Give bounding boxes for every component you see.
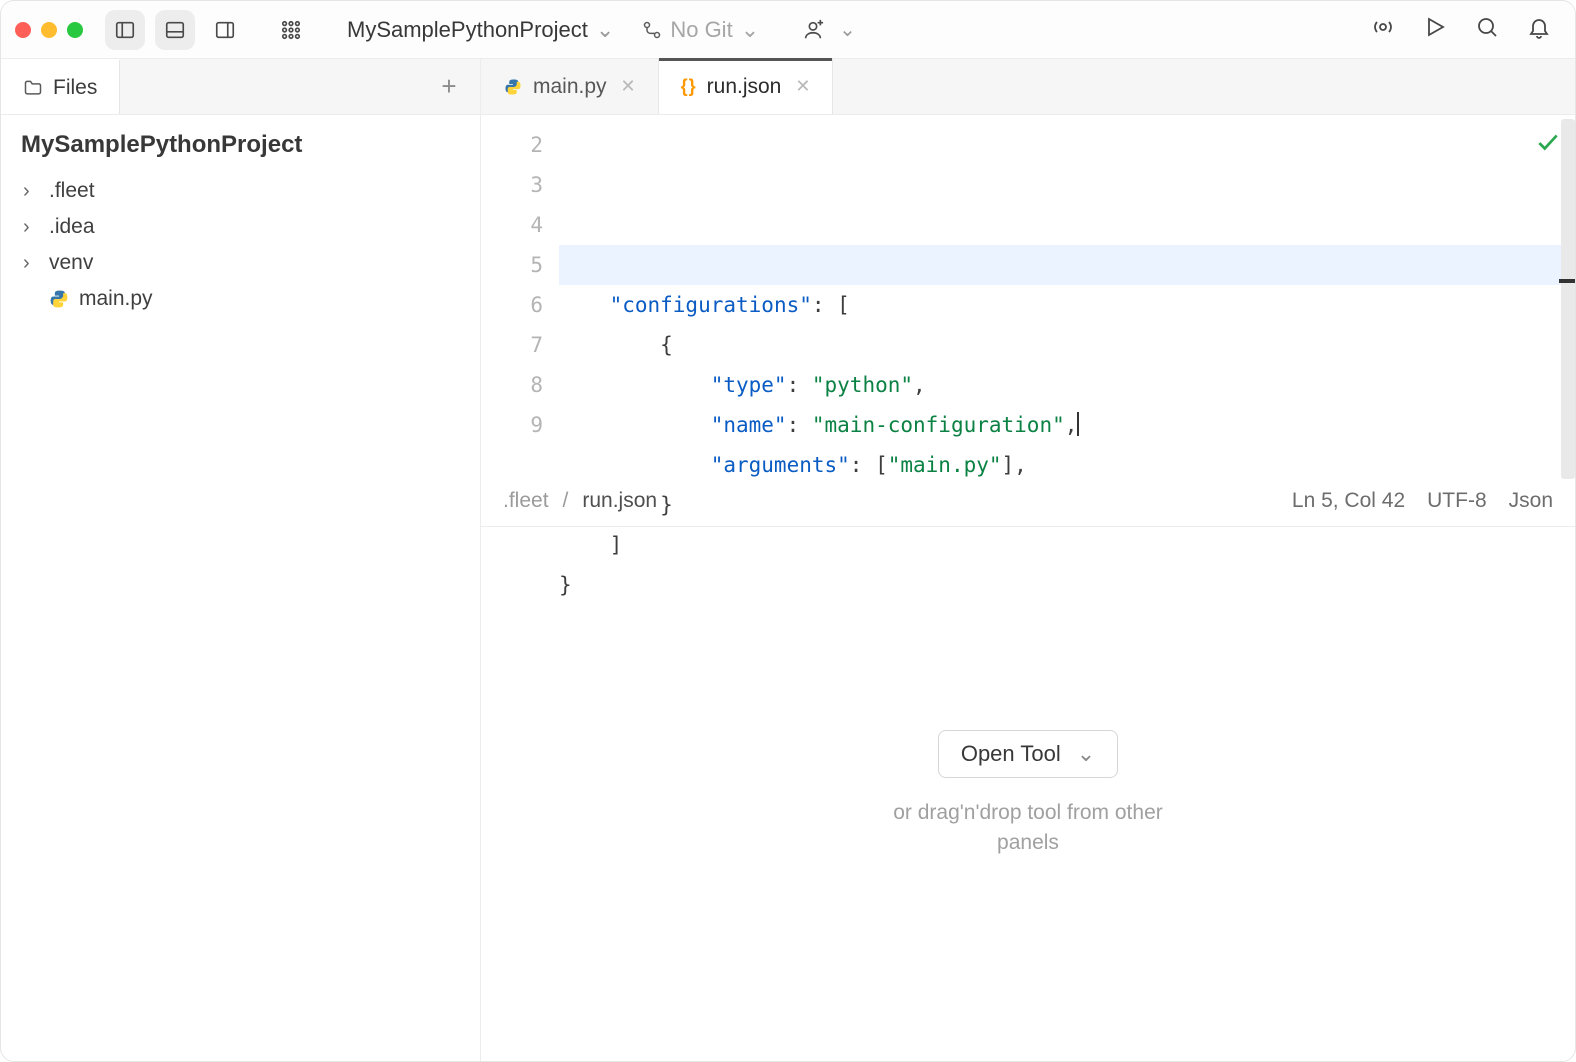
- app-window: MySamplePythonProject ⌄ No Git ⌄ ⌄: [0, 0, 1576, 1062]
- run-icon[interactable]: [1423, 15, 1447, 44]
- sidebar-tab-label: Files: [53, 76, 97, 100]
- vcs-widget[interactable]: No Git ⌄: [642, 17, 759, 43]
- titlebar: MySamplePythonProject ⌄ No Git ⌄ ⌄: [1, 1, 1575, 59]
- python-file-icon: [503, 77, 523, 97]
- tree-item-label: venv: [49, 251, 93, 275]
- editor-tabs: main.py ✕ {} run.json ✕: [481, 59, 1575, 115]
- code-with-me-icon[interactable]: [1371, 15, 1395, 44]
- add-collaborator-button[interactable]: [793, 10, 833, 50]
- close-tab-icon[interactable]: ✕: [621, 76, 636, 97]
- tree-folder[interactable]: › .idea: [21, 209, 460, 245]
- search-icon[interactable]: [1475, 15, 1499, 44]
- drop-hint: or drag'n'drop tool from other panels: [893, 798, 1163, 859]
- code-area[interactable]: "configurations": [ { "type": "python", …: [559, 115, 1575, 475]
- vcs-label: No Git: [670, 17, 732, 43]
- python-file-icon: [49, 289, 69, 309]
- sidebar-tabs: Files +: [1, 59, 480, 115]
- open-tool-dropdown[interactable]: Open Tool ⌄: [938, 730, 1118, 778]
- zoom-window-button[interactable]: [67, 22, 83, 38]
- editor-tab-mainpy[interactable]: main.py ✕: [481, 59, 659, 114]
- gutter: 2 3 4 5 6 7 8 9: [481, 115, 559, 475]
- close-window-button[interactable]: [15, 22, 31, 38]
- project-root[interactable]: MySamplePythonProject: [21, 131, 460, 159]
- close-tab-icon[interactable]: ✕: [795, 76, 810, 97]
- chevron-down-icon: ⌄: [741, 17, 759, 43]
- chevron-right-icon: ›: [23, 252, 39, 275]
- right-panel-toggle[interactable]: [205, 10, 245, 50]
- add-tab-button[interactable]: +: [432, 70, 466, 104]
- editor-tab-label: main.py: [533, 75, 607, 99]
- tree-item-label: main.py: [79, 287, 153, 311]
- inspection-ok-icon[interactable]: [1535, 129, 1561, 160]
- left-panel-toggle[interactable]: [105, 10, 145, 50]
- tree-file[interactable]: main.py: [21, 281, 460, 317]
- project-dropdown[interactable]: MySamplePythonProject ⌄: [347, 17, 614, 43]
- window-controls: [15, 22, 95, 38]
- main-area: main.py ✕ {} run.json ✕ 2 3 4 5 6 7 8: [481, 59, 1575, 1061]
- apps-grid-icon[interactable]: [271, 10, 311, 50]
- editor-tab-runjson[interactable]: {} run.json ✕: [659, 59, 834, 114]
- editor[interactable]: 2 3 4 5 6 7 8 9 "configurations": [ { "t…: [481, 115, 1575, 475]
- breadcrumb-segment[interactable]: .fleet: [503, 489, 549, 513]
- project-name: MySamplePythonProject: [347, 17, 588, 43]
- tree-folder[interactable]: › .fleet: [21, 173, 460, 209]
- file-tree: MySamplePythonProject › .fleet › .idea ›…: [1, 115, 480, 333]
- sidebar-tab-files[interactable]: Files: [1, 59, 120, 114]
- editor-tab-label: run.json: [707, 75, 782, 99]
- chevron-right-icon: ›: [23, 216, 39, 239]
- tree-folder[interactable]: › venv: [21, 245, 460, 281]
- minimize-window-button[interactable]: [41, 22, 57, 38]
- chevron-right-icon: ›: [23, 180, 39, 203]
- json-file-icon: {}: [681, 76, 697, 97]
- tree-item-label: .fleet: [49, 179, 95, 203]
- workspace: Files + MySamplePythonProject › .fleet ›…: [1, 59, 1575, 1061]
- tree-item-label: .idea: [49, 215, 95, 239]
- notifications-icon[interactable]: [1527, 15, 1551, 44]
- open-tool-label: Open Tool: [961, 741, 1061, 767]
- titlebar-right: [1371, 15, 1561, 44]
- sidebar: Files + MySamplePythonProject › .fleet ›…: [1, 59, 481, 1061]
- chevron-down-icon[interactable]: ⌄: [839, 17, 856, 42]
- text-cursor: [1077, 412, 1079, 436]
- bottom-panel-toggle[interactable]: [155, 10, 195, 50]
- folder-icon: [23, 78, 43, 98]
- chevron-down-icon: ⌄: [1077, 741, 1095, 767]
- chevron-down-icon: ⌄: [596, 17, 614, 43]
